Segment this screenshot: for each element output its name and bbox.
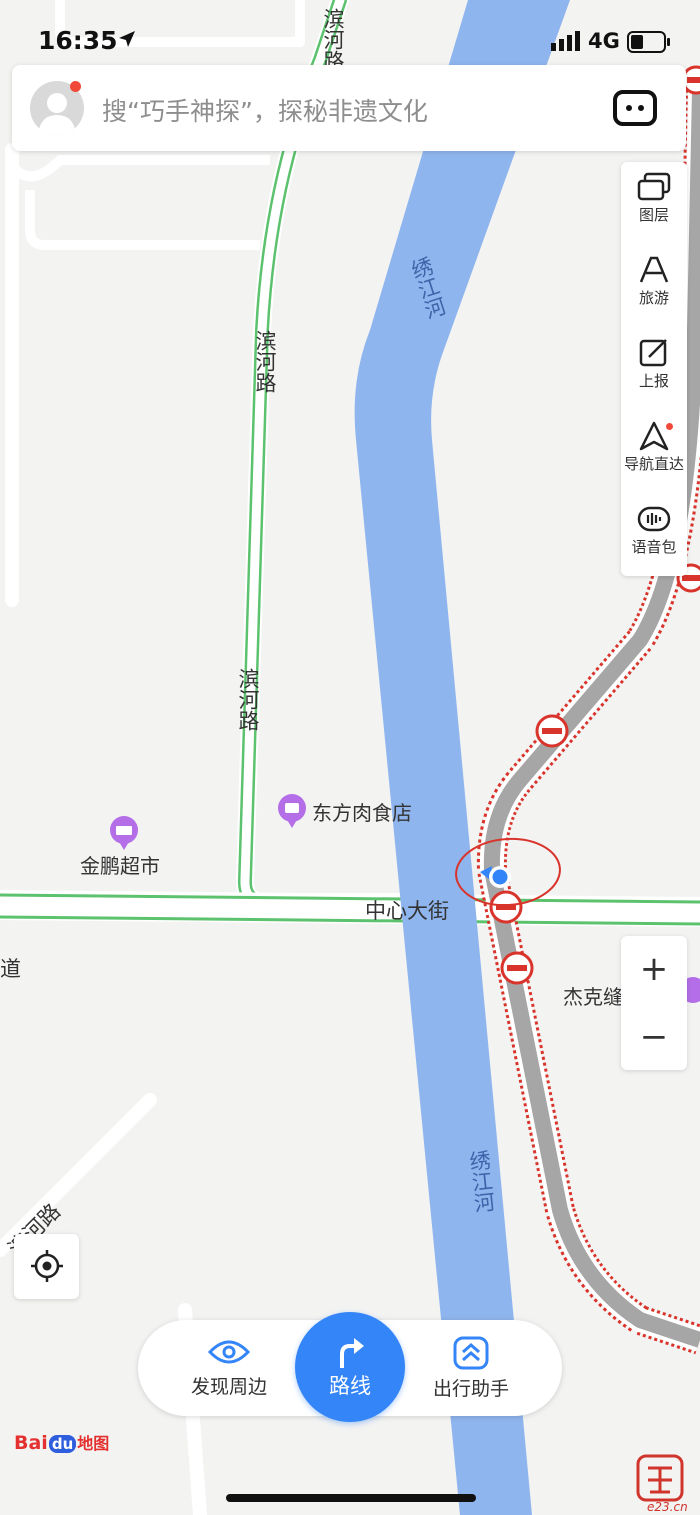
eye-icon bbox=[207, 1340, 251, 1364]
route-button[interactable]: 路线 bbox=[295, 1312, 405, 1422]
map-canvas[interactable]: 滨河路 滨河路 滨河路 滨河路 中心大街 道 绣江河 绣江河 东方肉食店 金鹏超… bbox=[0, 0, 700, 1515]
poi-jinpeng[interactable]: 金鹏超市 bbox=[80, 816, 160, 878]
baidu-map-logo: Bai du 地图 bbox=[14, 1432, 110, 1454]
locate-button[interactable] bbox=[14, 1234, 79, 1299]
notification-dot bbox=[70, 81, 81, 92]
signal-icon bbox=[551, 31, 580, 51]
battery-icon bbox=[627, 31, 670, 53]
tool-label: 图层 bbox=[638, 206, 669, 224]
bottom-bar-label: 出行助手 bbox=[432, 1378, 509, 1400]
road-label-binhe: 滨河路 bbox=[236, 668, 260, 731]
tool-label: 上报 bbox=[638, 372, 669, 390]
tool-label: 旅游 bbox=[638, 289, 669, 307]
search-input[interactable]: 搜“巧手神探”，探秘非遗文化 bbox=[102, 92, 428, 128]
network-type: 4G bbox=[588, 29, 620, 53]
travel-button[interactable]: 旅游 bbox=[621, 245, 687, 327]
poi-label: 东方肉食店 bbox=[312, 801, 412, 825]
location-arrow-icon bbox=[119, 31, 135, 47]
poi-label: 杰克缝 bbox=[563, 985, 623, 1009]
assistant-icon bbox=[453, 1336, 489, 1370]
centre-street bbox=[0, 890, 700, 927]
locate-icon bbox=[30, 1250, 63, 1282]
map-toolbar: 图层 旅游 上报 导航直达 语音包 bbox=[621, 162, 687, 576]
report-icon bbox=[639, 339, 667, 367]
road-label-zhongxin: 中心大街 bbox=[365, 899, 449, 923]
no-entry-marker bbox=[489, 890, 523, 924]
report-button[interactable]: 上报 bbox=[621, 328, 687, 410]
status-time: 16:35 bbox=[38, 26, 118, 55]
tool-label: 语音包 bbox=[631, 538, 677, 556]
scan-icon[interactable] bbox=[612, 89, 658, 127]
travel-assistant-button[interactable]: 出行助手 bbox=[406, 1320, 536, 1416]
no-entry-marker bbox=[535, 714, 569, 748]
discover-nearby-button[interactable]: 发现周边 bbox=[164, 1320, 294, 1416]
zoom-in-button[interactable]: + bbox=[621, 936, 687, 1002]
minor-streets bbox=[0, 143, 207, 1515]
route-arrow-icon bbox=[340, 1338, 364, 1368]
zoom-out-button[interactable]: − bbox=[621, 1004, 687, 1070]
road-label-binhe: 滨河路 bbox=[253, 330, 277, 393]
no-entry-marker bbox=[500, 951, 534, 985]
bottom-bar-label: 发现周边 bbox=[190, 1376, 267, 1398]
travel-icon bbox=[639, 256, 669, 283]
search-bar[interactable]: 搜“巧手神探”，探秘非遗文化 bbox=[12, 65, 686, 151]
road-label-dao: 道 bbox=[0, 957, 21, 981]
watermark-domain: e23.cn bbox=[647, 1500, 688, 1514]
voice-pack-icon bbox=[637, 506, 671, 532]
voice-pack-button[interactable]: 语音包 bbox=[621, 494, 687, 576]
home-indicator bbox=[226, 1494, 476, 1502]
layers-icon bbox=[637, 172, 671, 201]
route-label: 路线 bbox=[329, 1374, 371, 1398]
navigation-button[interactable]: 导航直达 bbox=[621, 411, 687, 493]
road-label-binhe: 滨河路 bbox=[321, 8, 345, 71]
tool-label: 导航直达 bbox=[623, 455, 684, 473]
zoom-control: + − bbox=[621, 936, 687, 1070]
poi-label: 金鹏超市 bbox=[80, 854, 160, 878]
layers-button[interactable]: 图层 bbox=[621, 162, 687, 244]
notification-dot bbox=[666, 423, 673, 430]
